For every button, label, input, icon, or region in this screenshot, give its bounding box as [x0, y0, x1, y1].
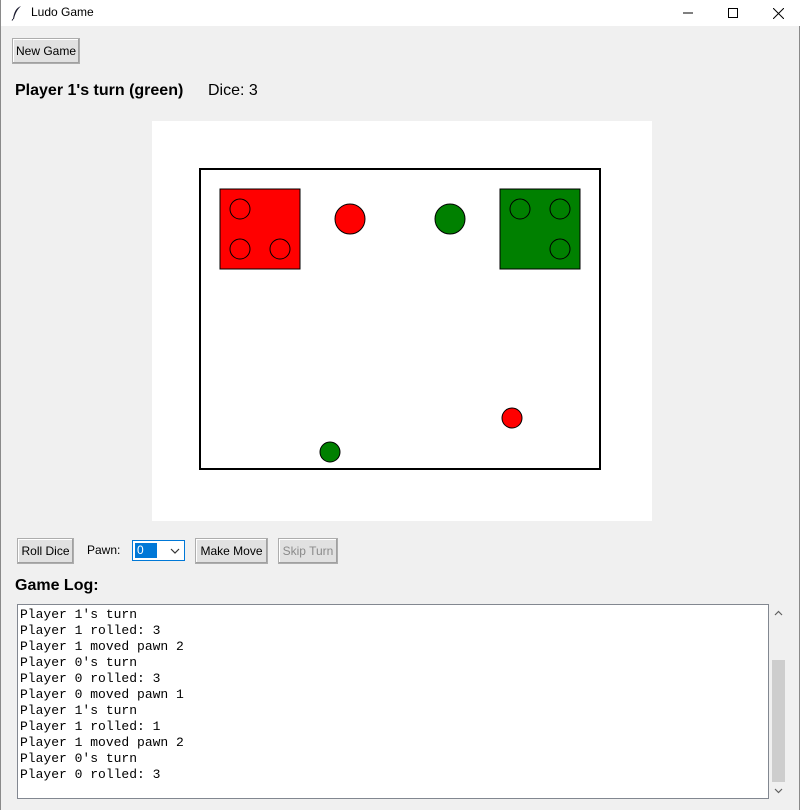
dice-value: Dice: 3	[208, 82, 258, 99]
close-icon	[772, 7, 784, 19]
log-line: Player 0 rolled: 3	[20, 671, 161, 686]
title-bar: Ludo Game	[1, 0, 800, 26]
green-home-area	[499, 188, 581, 270]
make-move-button[interactable]: Make Move	[195, 538, 268, 564]
game-board[interactable]	[152, 121, 652, 521]
log-line: Player 1 rolled: 1	[20, 719, 161, 734]
log-line: Player 1 rolled: 3	[20, 623, 161, 638]
log-line: Player 1 moved pawn 2	[20, 639, 184, 654]
red-pawn	[501, 407, 523, 429]
log-line: Player 0's turn	[20, 655, 138, 670]
green-pawn	[319, 441, 341, 463]
maximize-button[interactable]	[710, 0, 756, 26]
log-line: Player 0 rolled: 3	[20, 767, 161, 782]
game-log-text[interactable]: Player 1's turn Player 1 rolled: 3 Player …	[17, 604, 769, 799]
red-start-marker	[334, 203, 366, 235]
scroll-down-button[interactable]	[770, 782, 787, 799]
minimize-button[interactable]	[665, 0, 711, 26]
log-scrollbar[interactable]	[770, 604, 787, 799]
chevron-down-icon	[774, 788, 783, 793]
log-line: Player 1's turn	[20, 607, 138, 622]
new-game-button[interactable]: New Game	[12, 38, 80, 64]
chevron-up-icon	[774, 610, 783, 615]
pawn-selected-value: 0	[135, 543, 157, 558]
log-lines: Player 1's turn Player 1 rolled: 3 Player …	[18, 605, 768, 783]
window-title: Ludo Game	[31, 5, 94, 19]
log-line: Player 1's turn	[20, 703, 138, 718]
log-line: Player 0 moved pawn 1	[20, 687, 184, 702]
turn-status: Player 1's turn (green)	[15, 82, 184, 99]
log-line: Player 1 moved pawn 2	[20, 735, 184, 750]
green-start-marker	[434, 203, 466, 235]
chevron-down-icon[interactable]	[169, 545, 181, 557]
scroll-up-button[interactable]	[770, 604, 787, 621]
app-window: Ludo Game New Game Player 1's turn (gree…	[0, 0, 800, 810]
feather-icon	[11, 6, 21, 21]
roll-dice-button[interactable]: Roll Dice	[17, 538, 74, 564]
maximize-icon	[728, 8, 738, 18]
game-log-title: Game Log:	[15, 577, 99, 594]
minimize-icon	[683, 12, 693, 14]
skip-turn-button[interactable]: Skip Turn	[278, 538, 338, 564]
scrollbar-thumb[interactable]	[772, 660, 785, 782]
red-home-area	[219, 188, 301, 270]
log-line: Player 0's turn	[20, 751, 138, 766]
board-svg	[199, 168, 601, 470]
pawn-label: Pawn:	[87, 543, 121, 557]
close-button[interactable]	[755, 0, 800, 26]
pawn-select[interactable]: 0	[132, 540, 185, 561]
